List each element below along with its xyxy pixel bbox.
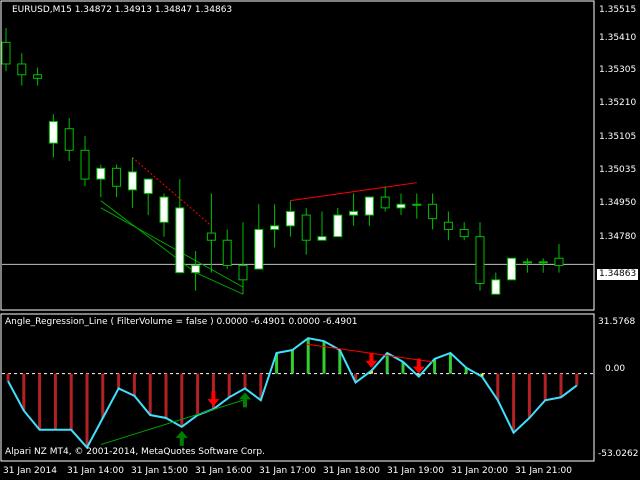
osc-axis-max: 31.5768 [598,317,636,327]
candle-bull [522,261,532,264]
indicator-pane-border [0,313,595,462]
candle-bear [554,257,564,266]
osc-histogram-bar [306,338,310,374]
candle-bear [380,196,390,209]
osc-histogram-bar [496,373,500,401]
osc-histogram-bar [101,373,105,418]
osc-histogram-bar [148,373,152,416]
candle-bull [254,228,264,270]
candle-bull [191,264,201,274]
candle-bear [80,149,90,180]
candle-bear [301,214,311,241]
osc-histogram-bar [559,373,563,398]
osc-histogram-bar [290,350,294,374]
time-axis-label: 31 Jan 2014 [3,466,57,476]
osc-histogram-bar [575,373,579,386]
osc-histogram-bar [53,373,57,430]
candle-bear [64,128,74,151]
copyright-label: Alpari NZ MT4, © 2001-2014, MetaQuotes S… [5,447,265,457]
price-axis-label: 1.35410 [599,33,637,43]
osc-axis-min: -53.0262 [598,449,639,459]
candle-bear [33,74,43,79]
time-axis-label: 31 Jan 20:00 [451,466,508,476]
price-axis-label: 1.35515 [599,5,637,15]
candle-bear [222,239,232,266]
price-axis-label: 1.35035 [599,165,637,175]
time-axis-label: 31 Jan 21:00 [515,466,572,476]
time-axis-label: 31 Jan 16:00 [195,466,252,476]
indicator-title: Angle_Regression_Line ( FilterVolume = f… [5,317,358,327]
candle-bull [491,279,501,295]
candle-bull [507,257,517,281]
buy-arrow-icon [239,392,251,408]
candle-bear [238,264,248,281]
candle-bull [317,236,327,241]
candle-bull [285,210,295,227]
candle-bull [349,210,359,216]
candle-bear [443,221,453,230]
osc-histogram-bar [196,373,200,416]
candle-bull [143,178,153,194]
time-axis-label: 31 Jan 17:00 [259,466,316,476]
candle-bear [1,41,11,65]
osc-histogram-bar [132,373,136,396]
price-axis-label: 1.35210 [599,98,637,108]
price-pane-border [0,0,595,311]
candle-bear [475,236,485,284]
chart-canvas[interactable] [0,0,640,480]
time-axis-label: 31 Jan 18:00 [323,466,380,476]
candle-bear [206,232,216,241]
osc-histogram-bar [543,373,547,401]
time-axis-label: 31 Jan 15:00 [131,466,188,476]
candle-bull [396,203,406,209]
candle-bear [428,203,438,220]
buy-arrow-icon [175,430,188,446]
candle-bear [17,63,27,76]
osc-histogram-bar [243,373,247,389]
osc-histogram-bar [512,373,516,433]
sell-arrow-icon [207,391,220,407]
price-axis-label: 1.35305 [599,65,637,75]
candle-bull [159,196,169,223]
osc-histogram-bar [227,373,231,398]
chart-title: EURUSD,M15 1.34872 1.34913 1.34847 1.348… [12,5,233,15]
candle-bear [112,167,122,187]
osc-histogram-bar [85,373,89,448]
candle-bull [96,167,106,180]
time-axis-label: 31 Jan 14:00 [67,466,124,476]
candle-bear [459,228,469,238]
price-axis-label: 1.34780 [599,232,637,242]
osc-axis-zero: 0.00 [605,364,626,374]
price-axis-label: 1.35105 [599,132,637,142]
osc-histogram-bar [164,373,168,418]
osc-trendline-green [100,399,244,446]
osc-histogram-bar [6,373,10,382]
candle-bull [412,203,422,206]
osc-histogram-bar [117,373,121,389]
candle-bull [270,225,280,230]
candle-bull [175,207,185,274]
price-axis-label: 1.34950 [599,198,637,208]
candle-bull [333,214,343,238]
candle-bull [48,121,58,144]
osc-histogram-bar [22,373,26,411]
osc-histogram-bar [38,373,42,430]
current-price-tag: 1.34863 [597,269,639,280]
price-trendline-green-2 [100,207,244,288]
osc-histogram-bar [527,373,531,418]
candle-bull [538,261,548,264]
candle-bull [364,196,374,216]
osc-histogram-bar [69,373,73,430]
time-axis-label: 31 Jan 19:00 [387,466,444,476]
candle-bull [127,171,137,191]
osc-histogram-bar [448,352,452,374]
